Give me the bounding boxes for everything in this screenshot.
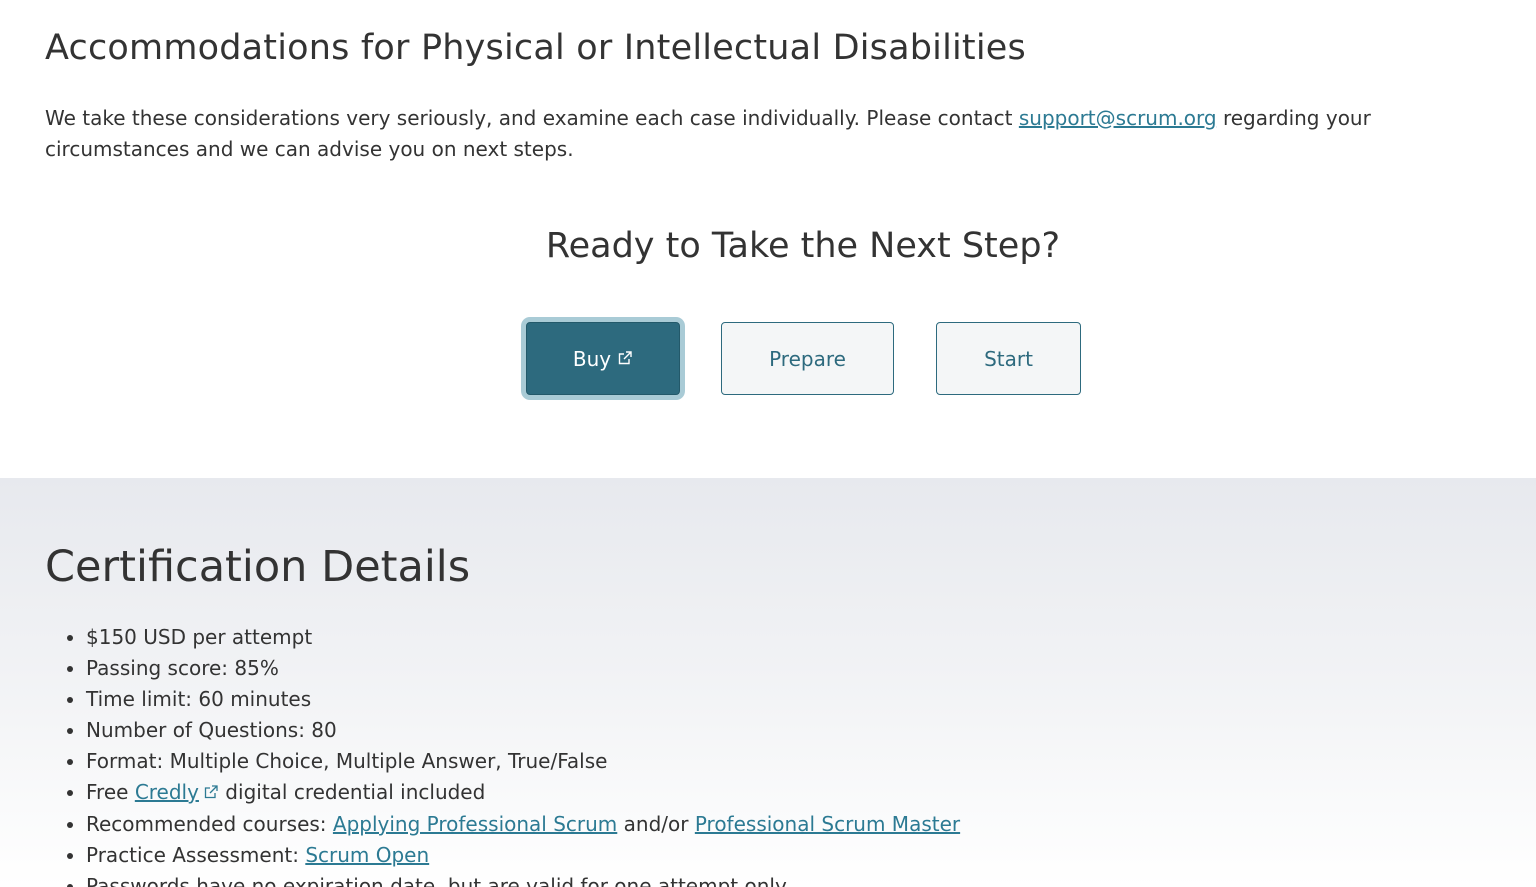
list-item-time-limit: Time limit: 60 minutes <box>86 684 960 715</box>
list-item-passwords: Passwords have no expiration date, but a… <box>86 871 960 887</box>
applying-professional-scrum-link[interactable]: Applying Professional Scrum <box>333 812 617 836</box>
cta-heading: Ready to Take the Next Step? <box>545 226 1061 266</box>
accommodations-text-before: We take these considerations very seriou… <box>45 106 1019 130</box>
prepare-button-label: Prepare <box>769 346 846 371</box>
list-item-practice-assessment: Practice Assessment: Scrum Open <box>86 840 960 871</box>
practice-prefix: Practice Assessment: <box>86 843 306 867</box>
start-button-label: Start <box>984 346 1033 371</box>
start-button[interactable]: Start <box>936 322 1081 395</box>
scrum-open-link[interactable]: Scrum Open <box>305 843 429 867</box>
buy-button-label: Buy <box>572 346 612 371</box>
certification-details-list: $150 USD per attempt Passing score: 85% … <box>45 622 960 887</box>
list-item-passing-score: Passing score: 85% <box>86 653 960 684</box>
prepare-button[interactable]: Prepare <box>721 322 894 395</box>
external-link-icon <box>617 347 633 371</box>
list-item-questions: Number of Questions: 80 <box>86 715 960 746</box>
external-link-icon <box>203 778 219 809</box>
accommodations-section: Accommodations for Physical or Intellect… <box>0 0 1536 478</box>
accommodations-heading: Accommodations for Physical or Intellect… <box>45 28 1026 68</box>
courses-middle: and/or <box>617 812 695 836</box>
certification-details-section: Certification Details $150 USD per attem… <box>0 478 1536 887</box>
page: Accommodations for Physical or Intellect… <box>0 0 1536 887</box>
list-item-credly: Free Credly digital credential included <box>86 777 960 809</box>
support-email-link[interactable]: support@scrum.org <box>1019 106 1217 130</box>
certification-heading: Certification Details <box>45 542 471 592</box>
accommodations-paragraph: We take these considerations very seriou… <box>45 103 1465 165</box>
professional-scrum-master-link[interactable]: Professional Scrum Master <box>695 812 960 836</box>
buy-button[interactable]: Buy <box>526 322 680 395</box>
list-item-price: $150 USD per attempt <box>86 622 960 653</box>
credly-link[interactable]: Credly <box>135 780 199 804</box>
list-item-format: Format: Multiple Choice, Multiple Answer… <box>86 746 960 777</box>
courses-prefix: Recommended courses: <box>86 812 333 836</box>
credly-prefix: Free <box>86 780 135 804</box>
credly-suffix: digital credential included <box>218 780 486 804</box>
list-item-courses: Recommended courses: Applying Profession… <box>86 809 960 840</box>
